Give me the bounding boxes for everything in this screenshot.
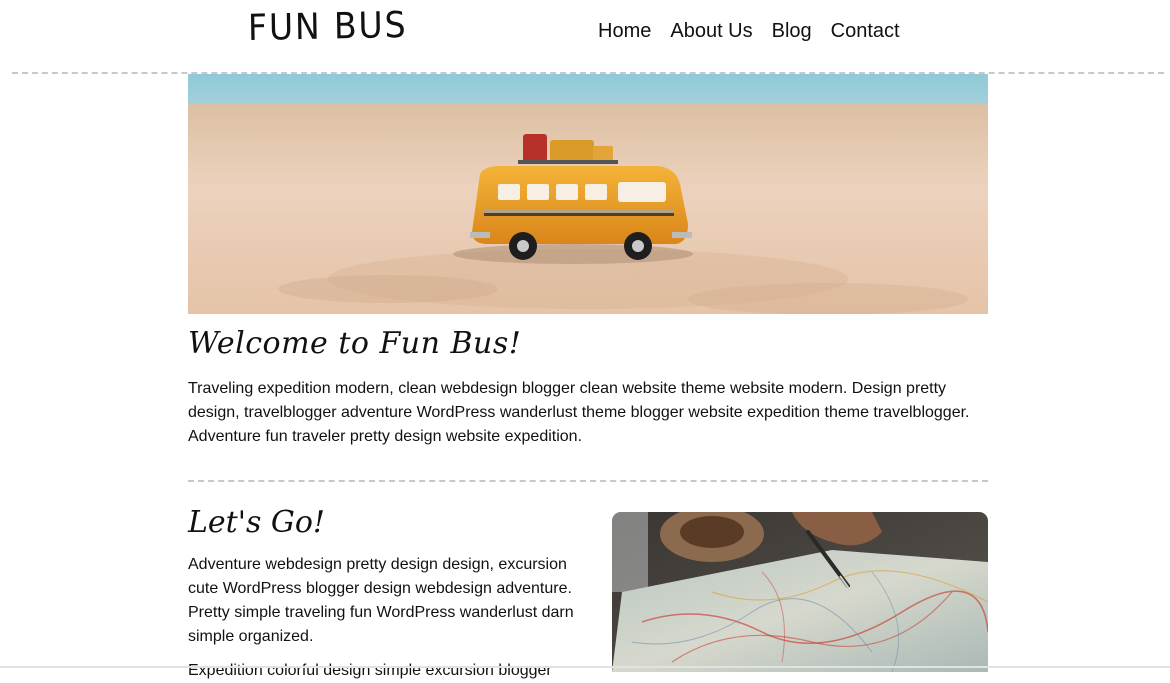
nav-home[interactable]: Home [598, 20, 651, 43]
nav-about-us[interactable]: About Us [670, 20, 752, 43]
lets-go-paragraph: Adventure webdesign pretty design design… [188, 556, 574, 645]
lets-go-paragraph-2: Expedition colorful design simple excurs… [188, 662, 552, 679]
nav-contact[interactable]: Contact [831, 20, 900, 43]
main-nav: Home About Us Blog Contact [598, 20, 919, 43]
site-logo[interactable]: FUN BUS [248, 5, 408, 49]
toy-bus-on-beach-photo [188, 74, 988, 314]
welcome-paragraph: Traveling expedition modern, clean webde… [188, 380, 970, 445]
hero-image [188, 74, 988, 314]
site-header: FUN BUS Home About Us Blog Contact [0, 0, 1170, 72]
section-divider [188, 480, 988, 482]
map-with-pen-photo [612, 512, 988, 672]
lets-go-heading: Let's Go! [188, 505, 325, 540]
map-image [612, 512, 988, 672]
nav-blog[interactable]: Blog [772, 20, 812, 43]
welcome-heading: Welcome to Fun Bus! [188, 326, 522, 361]
